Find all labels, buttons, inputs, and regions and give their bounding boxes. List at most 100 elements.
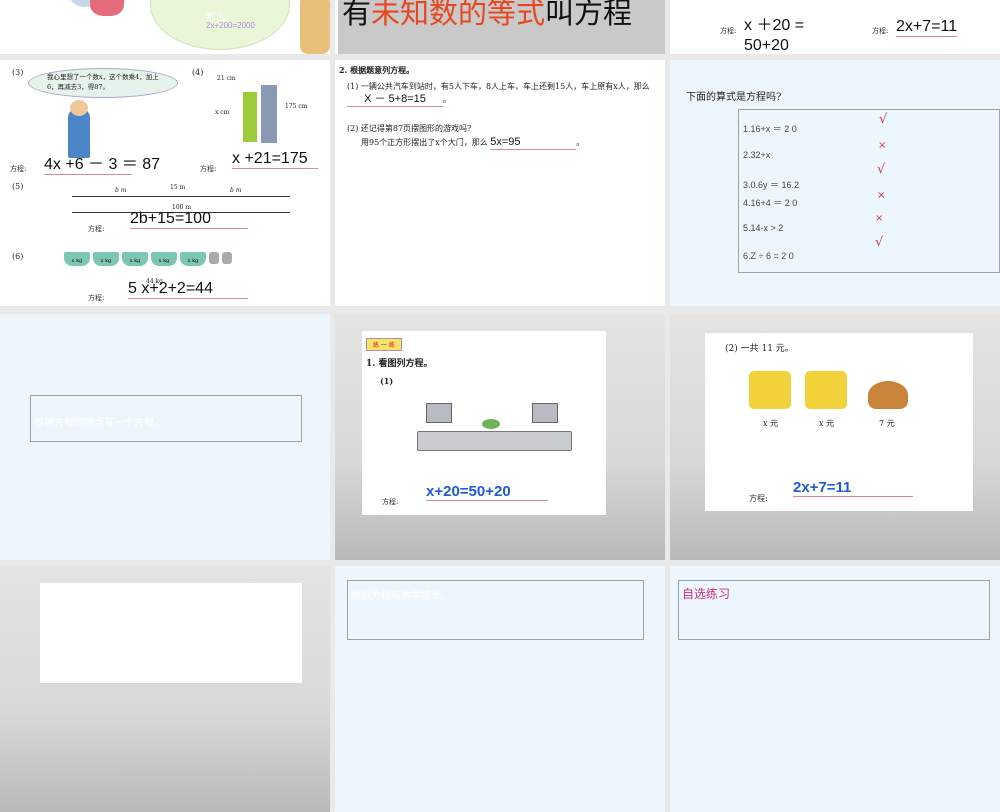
exercise-heading: 2. 根据题意列方程。 <box>339 65 415 75</box>
equation-answer-4: x +21=175 <box>232 150 318 169</box>
cup-image <box>90 0 124 16</box>
equation-answer: x+20=50+20 <box>426 483 548 501</box>
height-label: x cm <box>215 109 230 116</box>
problem-text: (2) 还记得第87页摆图形的游戏吗? <box>347 124 472 133</box>
bucket: x kg <box>180 252 206 266</box>
equation-answer-5: 2b+15=100 <box>130 210 248 229</box>
equation-answer-2: 2x+7=11 <box>896 18 958 37</box>
character-image <box>300 0 330 54</box>
bucket: x kg <box>64 252 90 266</box>
cross-mark-icon: × <box>877 190 886 201</box>
slide-thumbnail-4[interactable]: (3) 我心里想了一个数x，这个数乘4，加上6，再减去3，得87。 方程: 4x… <box>0 60 330 306</box>
slide-thumbnail-12[interactable]: 自选练习 <box>670 566 1000 812</box>
item-text: 4.16+4 ＝ 2 0 <box>743 198 798 208</box>
practice-badge: 练 一 练 <box>366 338 402 351</box>
prompt-text: 根据方程编数学情景。 <box>351 591 451 602</box>
segment-label: b m <box>230 187 242 194</box>
equation-label: 方程: <box>10 165 27 173</box>
bucket: x kg <box>93 252 119 266</box>
question-number: (6) <box>12 252 24 261</box>
items-box: 1.16+x ＝ 2 0 2.32+x 3.0.6y ＝ 16.2 4.16+4… <box>738 109 1000 273</box>
slide-thumbnail-10[interactable] <box>0 566 330 812</box>
problem-1: (1) 一辆公共汽车到站时，有5人下车，8人上车，车上还剩15人，车上原有x人，… <box>347 80 657 107</box>
price-label: x 元 <box>819 419 835 428</box>
cross-mark-icon: × <box>878 140 887 151</box>
item-text: 2.32+x <box>743 150 771 160</box>
cross-mark-icon: × <box>875 213 884 224</box>
problem-2: 用95个正方形摆出了x个大门，那么 5x=95。 <box>361 136 584 150</box>
man-image <box>261 85 277 143</box>
bucket: x kg <box>122 252 148 266</box>
slide-thumbnail-11[interactable]: 根据方程编数学情景。 <box>335 566 665 812</box>
thought-bubble: 我心里想了一个数x，这个数乘4，加上6，再减去3，得87。 <box>28 68 178 98</box>
item-text: 5.14-x > 2 <box>743 223 784 233</box>
check-mark-icon: √ <box>879 112 888 127</box>
prompt-box: 自选练习 <box>678 580 990 640</box>
equation-answer-1: x ＋20 = 50+20 <box>744 17 805 54</box>
period: 。 <box>576 138 585 147</box>
slide-thumbnail-2[interactable]: 有未知数的等式叫方程 <box>335 0 665 54</box>
equation-label: 方程: <box>382 498 399 506</box>
segment-line <box>72 196 290 197</box>
price-label: 7 元 <box>879 419 895 428</box>
check-mark-icon: √ <box>877 162 886 177</box>
question-number: (5) <box>12 182 24 191</box>
slide-thumbnail-8[interactable]: 练 一 练 1. 看图列方程。 (1) 方程: x+20=50+20 <box>335 314 665 560</box>
period: 。 <box>443 95 451 104</box>
snack-bag-image <box>749 371 791 409</box>
slide-thumbnail-7[interactable]: 根据方程的特点写一个方程。 <box>0 314 330 560</box>
check-mark-icon: √ <box>875 235 884 250</box>
equation-label: 方程: <box>749 494 768 503</box>
segment-label: 15 m <box>170 184 186 191</box>
problem-text: 用95个正方形摆出了x个大门，那么 <box>361 138 488 147</box>
scale-image <box>417 431 572 451</box>
slide-thumbnail-5[interactable]: 2. 根据题意列方程。 (1) 一辆公共汽车到站时，有5人下车，8人上车，车上还… <box>335 60 665 306</box>
hamburger-image <box>868 381 908 409</box>
speech-bubble: 那么 2x+200=2000 <box>150 0 290 50</box>
equation-answer-6: 5 x+2+2=44 <box>128 280 248 299</box>
bucket: x kg <box>151 252 177 266</box>
scale-pointer <box>482 419 500 429</box>
question-number: (3) <box>12 68 24 77</box>
equation-label: 方程: <box>200 165 217 173</box>
title-band: 有未知数的等式叫方程 <box>335 0 665 54</box>
boy-image <box>243 92 257 142</box>
segment-label: b m <box>115 187 127 194</box>
scale-pan-left <box>426 403 452 423</box>
prompt-text: 根据方程的特点写一个方程。 <box>34 418 164 429</box>
slide-thumbnail-9[interactable]: (2) 一共 11 元。 x 元 x 元 7 元 方程: 2x+7=11 <box>670 314 1000 560</box>
scale-pan-right <box>532 403 558 423</box>
question-number: (4) <box>192 68 204 77</box>
exercise-card: (2) 一共 11 元。 x 元 x 元 7 元 方程: 2x+7=11 <box>705 333 973 511</box>
snack-bag-image <box>805 371 847 409</box>
slide-title: 有未知数的等式叫方程 <box>342 0 633 30</box>
equation-label: 方程: <box>872 27 889 35</box>
equation-label: 方程: <box>720 27 737 35</box>
question-number: (1) <box>380 376 394 386</box>
weight <box>222 252 232 264</box>
answer-1: X － 5+8=15 <box>347 93 443 107</box>
slide-thumbnail-6[interactable]: 下面的算式是方程吗? 1.16+x ＝ 2 0 2.32+x 3.0.6y ＝ … <box>670 60 1000 306</box>
answer-2: 5x=95 <box>490 136 577 150</box>
item-text: 6.Z ÷ 6 = 2 0 <box>743 251 794 261</box>
weight <box>209 252 219 264</box>
equation-answer-3: 4x +6 － 3 ＝ 87 <box>44 150 160 175</box>
item-text: 3.0.6y ＝ 16.2 <box>743 180 800 190</box>
buckets-image: x kg x kg x kg x kg x kg <box>64 252 232 266</box>
equation-label: 方程: <box>88 225 105 233</box>
question-text: 下面的算式是方程吗? <box>686 92 782 103</box>
exercise-heading: (2) 一共 11 元。 <box>725 344 794 354</box>
slide-thumbnail-1[interactable]: 那么 2x+200=2000 <box>0 0 330 54</box>
problem-text: (1) 一辆公共汽车到站时，有5人下车，8人上车，车上还剩15人，车上原有x人，… <box>347 82 650 91</box>
content-card <box>40 583 302 683</box>
equation-label: 方程: <box>88 294 105 302</box>
exercise-card: 练 一 练 1. 看图列方程。 (1) 方程: x+20=50+20 <box>362 331 606 515</box>
bubble-formula: 2x+200=2000 <box>206 21 255 30</box>
slide-thumbnail-3[interactable]: 方程: x ＋20 = 50+20 方程: 2x+7=11 <box>670 0 1000 54</box>
height-label: 21 cm <box>217 75 236 82</box>
price-label: x 元 <box>763 419 779 428</box>
prompt-box: 根据方程编数学情景。 <box>347 580 644 640</box>
item-text: 1.16+x ＝ 2 0 <box>743 124 797 134</box>
height-label: 175 cm <box>285 103 308 110</box>
self-practice-title: 自选练习 <box>682 587 731 601</box>
